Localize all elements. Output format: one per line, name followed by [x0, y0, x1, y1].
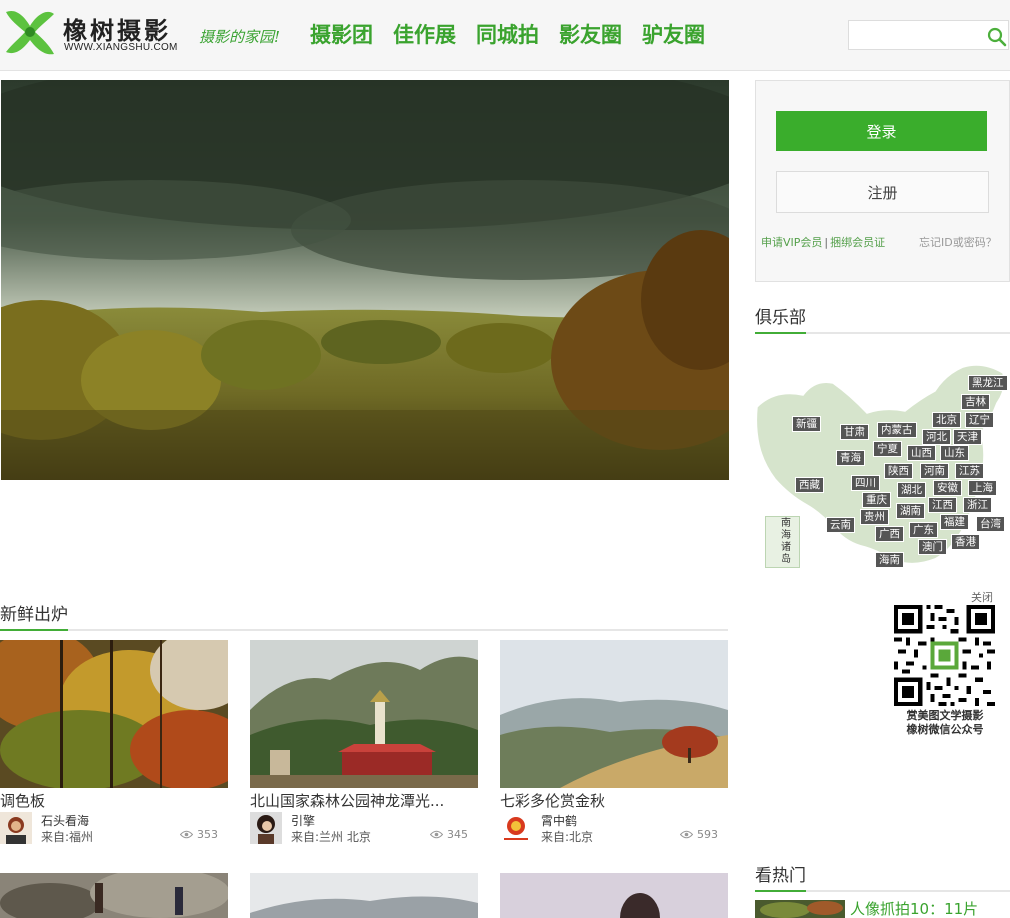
search-box: [848, 20, 1009, 50]
province-sichuan[interactable]: 四川: [851, 475, 880, 491]
photo-card[interactable]: 调色板 石头看海 来自:福州 353: [0, 640, 228, 844]
province-shandong[interactable]: 山东: [940, 445, 969, 461]
nav-photo-friends[interactable]: 影友圈: [559, 21, 622, 49]
hot-section-title: 看热门: [755, 861, 1010, 892]
photo-title[interactable]: 调色板: [0, 792, 228, 810]
photo-thumbnail[interactable]: [0, 873, 228, 918]
province-gansu[interactable]: 甘肃: [840, 424, 869, 440]
photo-card[interactable]: 北山国家森林公园神龙潭光... 引擎 来自:兰州 北京 345: [250, 640, 478, 844]
banner-image[interactable]: [1, 80, 729, 480]
province-hainan[interactable]: 海南: [875, 552, 904, 568]
province-xizang[interactable]: 西藏: [795, 477, 824, 493]
author-location: 来自:兰州 北京: [291, 830, 371, 844]
view-count: 353: [180, 828, 218, 841]
qr-caption: 赏美图文学摄影 橡树微信公众号: [906, 709, 984, 736]
photo-title[interactable]: 北山国家森林公园神龙潭光...: [250, 792, 478, 810]
author-avatar[interactable]: [250, 812, 282, 844]
photo-thumbnail[interactable]: [250, 640, 478, 788]
province-qinghai[interactable]: 青海: [836, 450, 865, 466]
site-header: 橡树摄影 WWW.XIANGSHU.COM 摄影的家园! 摄影团 佳作展 同城拍…: [0, 0, 1010, 71]
province-ningxia[interactable]: 宁夏: [873, 441, 902, 457]
province-jiangxi[interactable]: 江西: [928, 497, 957, 513]
apply-vip-link[interactable]: 申请VIP会员: [761, 236, 822, 249]
province-taiwan[interactable]: 台湾: [976, 516, 1005, 532]
province-jilin[interactable]: 吉林: [961, 394, 990, 410]
search-input[interactable]: [849, 21, 981, 49]
eye-icon: [680, 830, 693, 839]
eye-icon: [430, 830, 443, 839]
eye-icon: [180, 830, 193, 839]
province-jiangsu[interactable]: 江苏: [955, 463, 984, 479]
province-shaanxi[interactable]: 陕西: [884, 463, 913, 479]
province-hunan[interactable]: 湖南: [896, 503, 925, 519]
login-panel: 登录 注册 申请VIP会员 | 捆绑会员证 忘记ID或密码？: [755, 80, 1010, 282]
province-fujian[interactable]: 福建: [940, 514, 969, 530]
author-location: 来自:福州: [41, 830, 94, 844]
province-heilongjiang[interactable]: 黑龙江: [968, 375, 1008, 391]
province-hebei[interactable]: 河北: [922, 429, 951, 445]
link-separator: |: [824, 236, 829, 249]
province-anhui[interactable]: 安徽: [933, 480, 962, 496]
province-henan[interactable]: 河南: [920, 463, 949, 479]
province-xianggang[interactable]: 香港: [951, 534, 980, 550]
vip-links: 申请VIP会员 | 捆绑会员证: [761, 234, 885, 250]
nav-showcase[interactable]: 佳作展: [393, 21, 456, 49]
brand-url: WWW.XIANGSHU.COM: [64, 42, 178, 53]
province-aomen[interactable]: 澳门: [918, 539, 947, 555]
photo-title[interactable]: 七彩多伦赏金秋: [500, 792, 728, 810]
south-sea-label[interactable]: 南海诸岛: [781, 518, 795, 566]
main-nav: 摄影团 佳作展 同城拍 影友圈 驴友圈: [310, 21, 705, 49]
qr-close-button[interactable]: 关闭: [971, 589, 993, 605]
author-name[interactable]: 石头看海: [41, 812, 89, 829]
register-button[interactable]: 注册: [776, 171, 989, 213]
fresh-section-title: 新鲜出炉: [0, 600, 728, 631]
hot-item-link[interactable]: 人像抓拍10：11片: [850, 898, 978, 918]
photo-card[interactable]: 七彩多伦赏金秋 霄中鹤 来自:北京 593: [500, 640, 728, 844]
author-avatar[interactable]: [500, 812, 532, 844]
province-beijing[interactable]: 北京: [932, 412, 961, 428]
province-guangxi[interactable]: 广西: [875, 526, 904, 542]
province-shanghai[interactable]: 上海: [968, 480, 997, 496]
province-neimenggu[interactable]: 内蒙古: [877, 422, 917, 438]
photo-thumbnail[interactable]: [0, 640, 228, 788]
nav-travel-friends[interactable]: 驴友圈: [642, 21, 705, 49]
author-name[interactable]: 霄中鹤: [541, 812, 577, 829]
bind-card-link[interactable]: 捆绑会员证: [830, 236, 885, 249]
author-name[interactable]: 引擎: [291, 812, 315, 829]
author-location: 来自:北京: [541, 830, 594, 844]
photo-thumbnail[interactable]: [250, 873, 478, 918]
hot-thumbnail[interactable]: [755, 900, 845, 918]
province-zhejiang[interactable]: 浙江: [963, 497, 992, 513]
view-count: 345: [430, 828, 468, 841]
china-map: 南海诸岛 黑龙江 吉林 辽宁 北京 新疆 甘肃 内蒙古 河北 天津 宁夏 青海 …: [755, 355, 1010, 575]
province-liaoning[interactable]: 辽宁: [965, 412, 994, 428]
photo-thumbnail[interactable]: [500, 640, 728, 788]
nav-local-shoot[interactable]: 同城拍: [476, 21, 539, 49]
view-count: 593: [680, 828, 718, 841]
photo-thumbnail[interactable]: [500, 873, 728, 918]
wechat-qr-code-icon: [894, 605, 995, 706]
xiangshu-logo-icon[interactable]: [2, 6, 58, 58]
club-section-title: 俱乐部: [755, 303, 1010, 334]
login-button[interactable]: 登录: [776, 111, 987, 151]
nav-photo-tour[interactable]: 摄影团: [310, 21, 373, 49]
brand-name[interactable]: 橡树摄影: [63, 11, 171, 46]
province-hubei[interactable]: 湖北: [897, 482, 926, 498]
author-avatar[interactable]: [0, 812, 32, 844]
province-yunnan[interactable]: 云南: [826, 517, 855, 533]
slogan: 摄影的家园!: [199, 28, 281, 46]
province-xinjiang[interactable]: 新疆: [792, 416, 821, 432]
province-guangdong[interactable]: 广东: [909, 522, 938, 538]
province-chongqing[interactable]: 重庆: [862, 492, 891, 508]
search-icon[interactable]: [987, 27, 1007, 47]
province-guizhou[interactable]: 贵州: [860, 509, 889, 525]
province-tianjin[interactable]: 天津: [953, 429, 982, 445]
province-shanxi[interactable]: 山西: [907, 445, 936, 461]
forgot-password-link[interactable]: 忘记ID或密码？: [919, 234, 997, 250]
